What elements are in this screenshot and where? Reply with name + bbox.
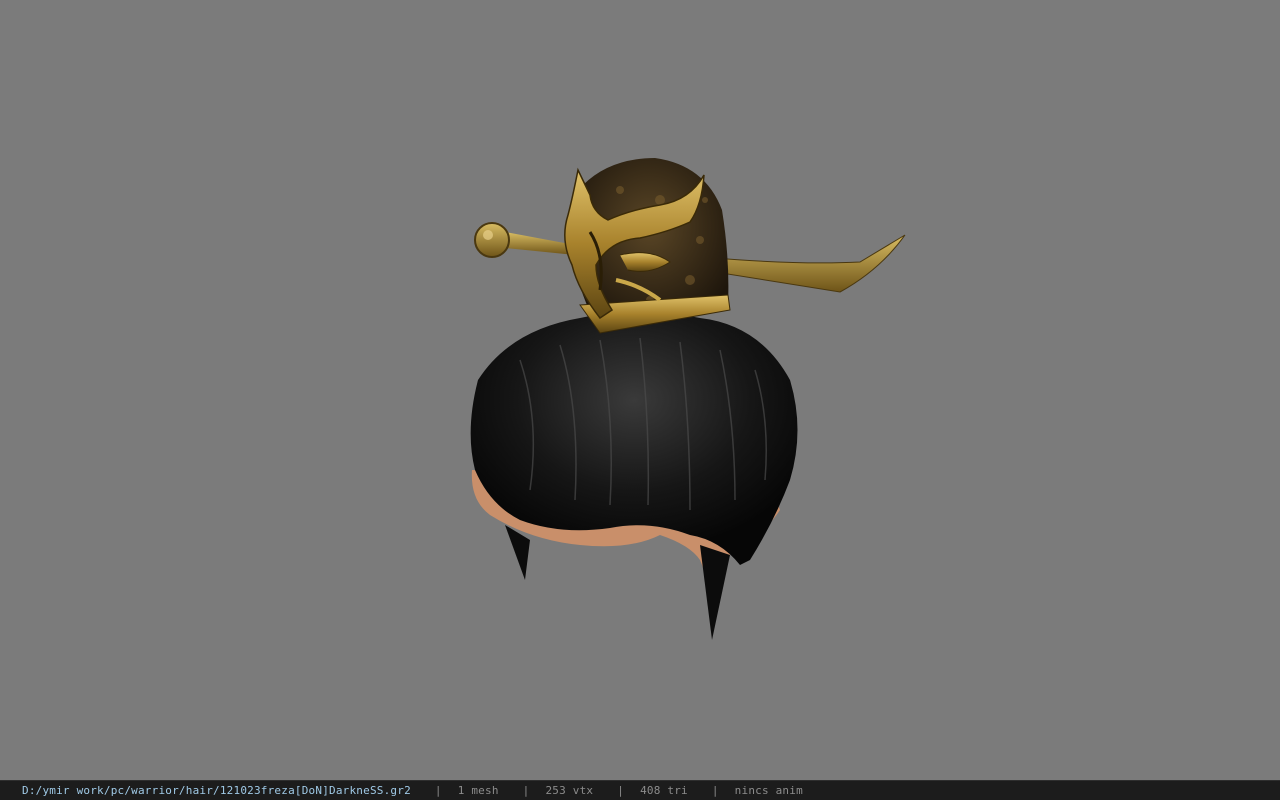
animation-status: nincs anim <box>734 784 803 797</box>
mesh-count: 1 mesh <box>457 784 499 797</box>
hair-model <box>470 158 906 640</box>
hairpin-tip <box>714 234 906 293</box>
3d-viewport[interactable] <box>0 0 1280 780</box>
hairpin-knob <box>474 222 510 258</box>
separator: | <box>522 784 530 797</box>
separator: | <box>617 784 625 797</box>
triangle-count: 408 tri <box>640 784 688 797</box>
file-path: D:/ymir work/pc/warrior/hair/121023freza… <box>22 784 411 797</box>
separator: | <box>434 784 442 797</box>
separator: | <box>711 784 719 797</box>
hair-strand-right <box>700 545 730 640</box>
status-bar: D:/ymir work/pc/warrior/hair/121023freza… <box>0 780 1280 800</box>
vertex-count: 253 vtx <box>545 784 594 797</box>
hair-strand-left <box>505 525 530 580</box>
